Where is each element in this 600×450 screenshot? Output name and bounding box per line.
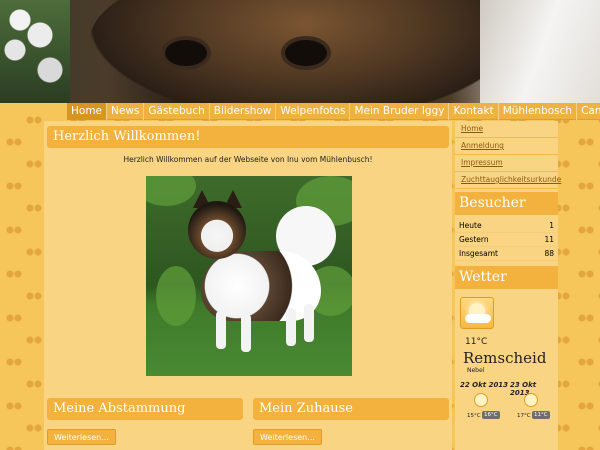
nav-item-home[interactable]: Home (67, 103, 108, 120)
section-title-zuhause: Mein Zuhause (253, 398, 449, 420)
nav-item-welpenfotos[interactable]: Welpenfotos (276, 103, 351, 120)
read-more-zuhause-button[interactable]: Weiterlesen... (253, 429, 322, 445)
forecast-low: 15°C (467, 413, 481, 419)
visitors-value: 1 (549, 221, 554, 230)
nav-item-muehlenbosch[interactable]: Mühlenbosch (499, 103, 578, 120)
page-title: Herzlich Willkommen! (47, 126, 449, 148)
visitors-label: Insgesamt (459, 249, 498, 258)
forecast-date: 22 Okt 2013 (460, 381, 509, 389)
nav-item-bildershow[interactable]: Bildershow (210, 103, 277, 120)
sidebar-link-home[interactable]: Home (455, 121, 558, 138)
section-title-abstammung: Meine Abstammung (47, 398, 243, 420)
visitors-title: Besucher (455, 192, 558, 215)
weather-city: Remscheid (463, 349, 547, 367)
weather-fog-icon (460, 297, 494, 329)
visitors-value: 11 (544, 235, 554, 244)
forecast-sun-icon (524, 393, 538, 407)
dog-photo (146, 176, 352, 376)
read-more-abstammung-button[interactable]: Weiterlesen... (47, 429, 116, 445)
nav-item-news[interactable]: News (107, 103, 145, 120)
nav-item-mein-bruder-iggy[interactable]: Mein Bruder Iggy (350, 103, 450, 120)
flowers-decoration (0, 0, 70, 103)
main-content: Herzlich Willkommen! Herzlich Willkommen… (44, 121, 452, 450)
dog-fur (480, 0, 600, 103)
forecast-sun-icon (474, 393, 488, 407)
visitors-stats: Heute 1 Gestern 11 Insgesamt 88 (455, 215, 558, 261)
visitors-label: Gestern (459, 235, 489, 244)
forecast-low: 17°C (517, 413, 531, 419)
weather-condition: Nebel (467, 367, 485, 374)
main-nav: Home News Gästebuch Bildershow Welpenfot… (67, 103, 600, 120)
nav-item-kontakt[interactable]: Kontakt (449, 103, 499, 120)
forecast-high: 16°C (482, 411, 500, 419)
sidebar-link-anmeldung[interactable]: Anmeldung (455, 138, 558, 155)
header-dog-photo (0, 0, 600, 103)
visitors-value: 88 (544, 249, 554, 258)
dog-eye-right (285, 40, 327, 66)
weather-temperature: 11°C (465, 337, 488, 347)
weather-title: Wetter (455, 266, 558, 289)
sidebar: Home Anmeldung Impressum Zuchttauglichke… (455, 121, 561, 450)
visitors-label: Heute (459, 221, 482, 230)
dog-eye-left (165, 40, 207, 66)
visitors-row-gestern: Gestern 11 (455, 233, 558, 247)
sidebar-link-zuchttauglichkeitsurkunde[interactable]: Zuchttauglichkeitsurkunde (455, 172, 561, 189)
forecast-high: 11°C (532, 411, 550, 419)
visitors-row-insgesamt: Insgesamt 88 (455, 247, 558, 261)
sidebar-link-impressum[interactable]: Impressum (455, 155, 558, 172)
visitors-row-heute: Heute 1 (455, 219, 558, 233)
weather-widget: 11°C Remscheid Nebel 22 Okt 2013 15°C 16… (455, 289, 558, 450)
nav-item-gaestebuch[interactable]: Gästebuch (144, 103, 210, 120)
welcome-text: Herzlich Willkommen auf der Webseite von… (123, 155, 373, 164)
nav-item-canilo[interactable]: Canilo (577, 103, 600, 120)
